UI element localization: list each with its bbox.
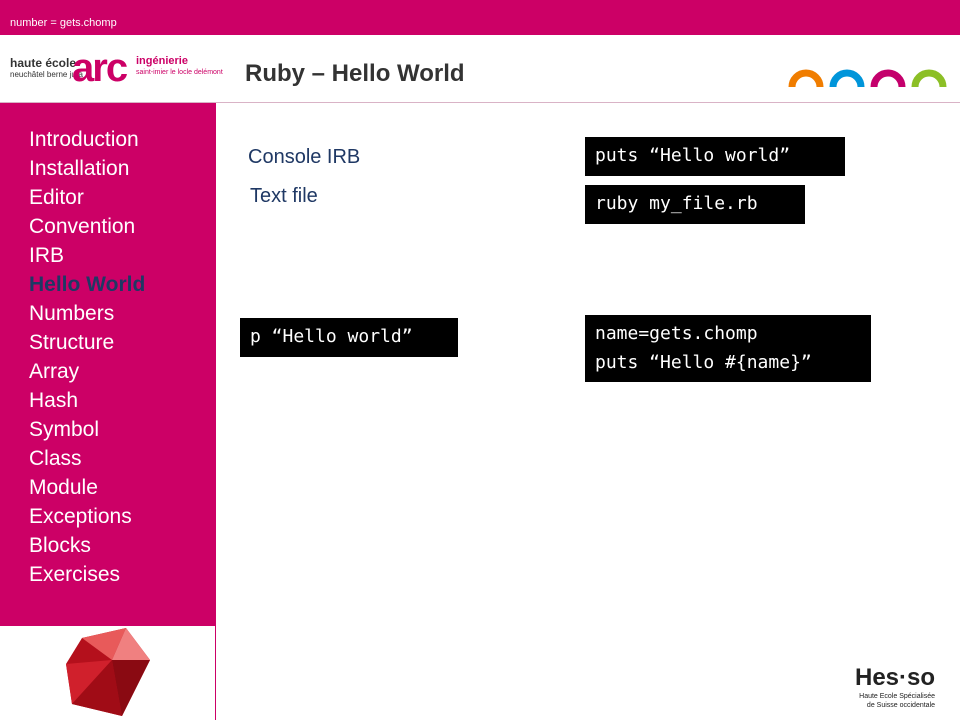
nav-item-hello-world[interactable]: Hello World — [29, 270, 145, 299]
top-bar: number = gets.chomp — [0, 0, 960, 35]
ruby-gem-icon — [66, 628, 150, 716]
nav-item-convention[interactable]: Convention — [29, 212, 145, 241]
nav-item-installation[interactable]: Installation — [29, 154, 145, 183]
nav-item-exceptions[interactable]: Exceptions — [29, 502, 145, 531]
nav-item-irb[interactable]: IRB — [29, 241, 145, 270]
code-puts-hello: puts “Hello world” — [585, 137, 845, 176]
sidebar-divider — [215, 103, 216, 720]
nav-item-numbers[interactable]: Numbers — [29, 299, 145, 328]
hesso-subtitle-2: de Suisse occidentale — [866, 702, 936, 709]
nav-item-editor[interactable]: Editor — [29, 183, 145, 212]
arc-decoration-icon — [788, 69, 947, 87]
nav-item-array[interactable]: Array — [29, 357, 145, 386]
nav-item-blocks[interactable]: Blocks — [29, 531, 145, 560]
nav-item-introduction[interactable]: Introduction — [29, 125, 145, 154]
sidebar-nav: Introduction Installation Editor Convent… — [29, 125, 145, 589]
hesso-logo: Hes·so Haute Ecole Spécialisée de Suisse… — [855, 664, 935, 710]
nav-item-module[interactable]: Module — [29, 473, 145, 502]
nav-item-symbol[interactable]: Symbol — [29, 415, 145, 444]
console-irb-label: Console IRB — [248, 146, 361, 168]
logo-school-name: haute école — [10, 56, 77, 70]
nav-item-structure[interactable]: Structure — [29, 328, 145, 357]
hesso-subtitle-1: Haute Ecole Spécialisée — [859, 693, 936, 700]
code-p-hello: p “Hello world” — [240, 318, 458, 357]
top-bar-text: number = gets.chomp — [10, 17, 117, 29]
he-arc-logo: haute école neuchâtel berne jura arc ing… — [6, 45, 223, 97]
logo-department-cities: saint-imier le locle delémont — [136, 69, 223, 76]
nav-item-class[interactable]: Class — [29, 444, 145, 473]
text-file-label: Text file — [250, 185, 318, 207]
nav-item-exercises[interactable]: Exercises — [29, 560, 145, 589]
hesso-wordmark: Hes·so — [855, 664, 936, 691]
code-gets-chomp: name=gets.chomp puts “Hello #{name}” — [585, 315, 871, 382]
page-title: Ruby – Hello World — [245, 60, 465, 87]
nav-item-hash[interactable]: Hash — [29, 386, 145, 415]
logo-department: ingénierie — [136, 55, 188, 67]
logo-mark: arc — [72, 46, 128, 90]
code-ruby-file: ruby my_file.rb — [585, 185, 805, 224]
